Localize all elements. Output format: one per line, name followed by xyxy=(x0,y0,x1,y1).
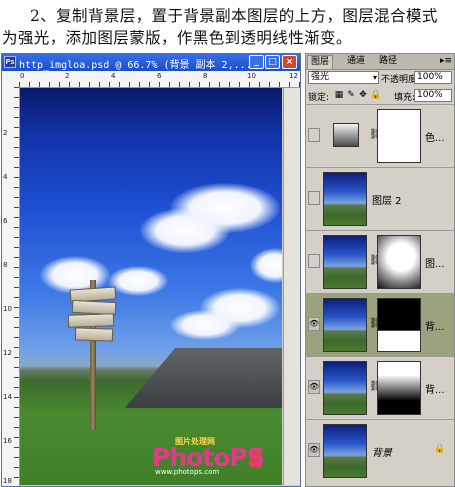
road xyxy=(124,348,282,408)
panel-tabs: 图层 通道 路径 ▸≡ xyxy=(306,54,454,70)
close-button[interactable]: × xyxy=(282,55,297,69)
minimize-button[interactable]: _ xyxy=(249,55,264,69)
layer-row-layer-2[interactable]: 图层 2 xyxy=(306,168,454,231)
ruler-label: 4 xyxy=(3,173,8,181)
lock-all-icon[interactable]: 🔒 xyxy=(370,90,381,100)
tab-paths[interactable]: 路径 xyxy=(376,55,400,68)
document-titlebar[interactable]: Ps http_imgloa.psd @ 66.7% (背景 副本 2,... … xyxy=(2,54,300,71)
fill-input[interactable]: 100% xyxy=(414,89,452,102)
layer-row-background-copy[interactable]: 👁 ⛓ 背... xyxy=(306,357,454,420)
ruler-horizontal[interactable]: 0 2 4 6 8 10 12 xyxy=(19,71,300,88)
visibility-toggle[interactable] xyxy=(308,128,320,142)
sign-board xyxy=(74,327,114,342)
layer-row-image[interactable]: ⛓ 图... xyxy=(306,231,454,294)
sign-board xyxy=(67,313,115,328)
eye-icon[interactable]: 👁 xyxy=(308,317,320,331)
ruler-label: 12 xyxy=(3,349,12,357)
layer-name[interactable]: 图... xyxy=(425,255,445,270)
photoshop-icon: Ps xyxy=(4,56,16,68)
layer-thumbnail xyxy=(323,172,367,226)
cloud xyxy=(170,310,240,340)
instruction-line-2: 为强光，添加图层蒙版，作黑色到透明线性渐变。 xyxy=(2,29,352,47)
layers-panel: 图层 通道 路径 ▸≡ 强光 不透明度: 100% 锁定: ▦ ✎ ✥ 🔒 填充… xyxy=(305,53,455,487)
watermark-url: www.photops.com xyxy=(155,468,220,476)
ruler-label: 14 xyxy=(3,393,12,401)
layer-row-background-copy-2[interactable]: 👁 ⛓ 背... xyxy=(306,294,454,357)
fill-label: 填充: xyxy=(394,93,416,103)
layer-name[interactable]: 背... xyxy=(425,318,445,333)
layer-mask-thumbnail[interactable] xyxy=(377,109,421,163)
lock-pixels-icon[interactable]: ✎ xyxy=(346,90,356,100)
ruler-label: 18 xyxy=(3,477,12,485)
lock-row: 锁定: ▦ ✎ ✥ 🔒 填充: 100% xyxy=(306,87,454,105)
eye-icon[interactable]: 👁 xyxy=(308,380,320,394)
document-canvas[interactable]: 图片处理网 PhotoPS www.photops.com xyxy=(20,88,282,485)
layer-name[interactable]: 色... xyxy=(425,129,445,144)
document-title: http_imgloa.psd @ 66.7% (背景 副本 2,... xyxy=(19,60,252,71)
lock-position-icon[interactable]: ✥ xyxy=(358,90,368,100)
layer-thumbnail xyxy=(323,361,367,415)
layer-name[interactable]: 背景 xyxy=(372,444,392,459)
adjustment-icon xyxy=(323,109,367,163)
ruler-label: 2 xyxy=(65,72,70,80)
ruler-label: 6 xyxy=(3,217,8,225)
ruler-label: 0 xyxy=(20,72,25,80)
layer-thumbnail xyxy=(323,298,367,352)
eye-icon[interactable]: 👁 xyxy=(308,443,320,457)
tab-layers[interactable]: 图层 xyxy=(307,55,334,69)
cloud xyxy=(108,266,168,296)
cloud xyxy=(250,248,282,283)
ruler-label: 10 xyxy=(3,305,12,313)
ruler-label: 10 xyxy=(247,72,256,80)
blend-row: 强光 不透明度: 100% xyxy=(306,69,454,86)
layer-name[interactable]: 背... xyxy=(425,381,445,396)
ruler-corner[interactable] xyxy=(2,71,20,88)
layer-row-color-adjustment[interactable]: ⛓ 色... xyxy=(306,105,454,168)
tab-channels[interactable]: 通道 xyxy=(344,55,368,68)
ruler-label: 8 xyxy=(3,261,8,269)
panel-menu-icon[interactable]: ▸≡ xyxy=(440,55,452,67)
ruler-label: 16 xyxy=(3,437,12,445)
instruction-text: 2、复制背景层，置于背景副本图层的上方，图层混合模式 为强光，添加图层蒙版，作黑… xyxy=(0,0,455,52)
ruler-label: 12 xyxy=(289,72,298,80)
ruler-label: 4 xyxy=(111,72,116,80)
ruler-label: 2 xyxy=(3,129,8,137)
visibility-toggle[interactable] xyxy=(308,191,320,205)
layer-mask-thumbnail[interactable] xyxy=(377,298,421,352)
ruler-label: 8 xyxy=(203,72,208,80)
maximize-button[interactable]: □ xyxy=(265,55,280,69)
lock-icon: 🔒 xyxy=(434,444,446,454)
document-window: Ps http_imgloa.psd @ 66.7% (背景 副本 2,... … xyxy=(1,53,301,487)
cloud xyxy=(140,208,230,253)
lock-label: 锁定: xyxy=(308,93,330,103)
vertical-scrollbar[interactable] xyxy=(283,88,300,485)
ruler-label: 6 xyxy=(157,72,162,80)
ruler-vertical[interactable]: 2 4 6 8 10 12 14 16 18 xyxy=(2,87,20,486)
layer-thumbnail xyxy=(323,235,367,289)
lock-transparent-icon[interactable]: ▦ xyxy=(334,90,344,100)
layer-mask-thumbnail[interactable] xyxy=(377,235,421,289)
instruction-line-1: 2、复制背景层，置于背景副本图层的上方，图层混合模式 xyxy=(30,7,438,25)
opacity-input[interactable]: 100% xyxy=(414,71,452,84)
layer-row-background[interactable]: 👁 背景 🔒 xyxy=(306,420,454,486)
visibility-toggle[interactable] xyxy=(308,254,320,268)
layer-name[interactable]: 图层 2 xyxy=(372,192,402,207)
blend-mode-select[interactable]: 强光 xyxy=(308,71,379,84)
layer-mask-thumbnail[interactable] xyxy=(377,361,421,415)
layer-thumbnail xyxy=(323,424,367,478)
